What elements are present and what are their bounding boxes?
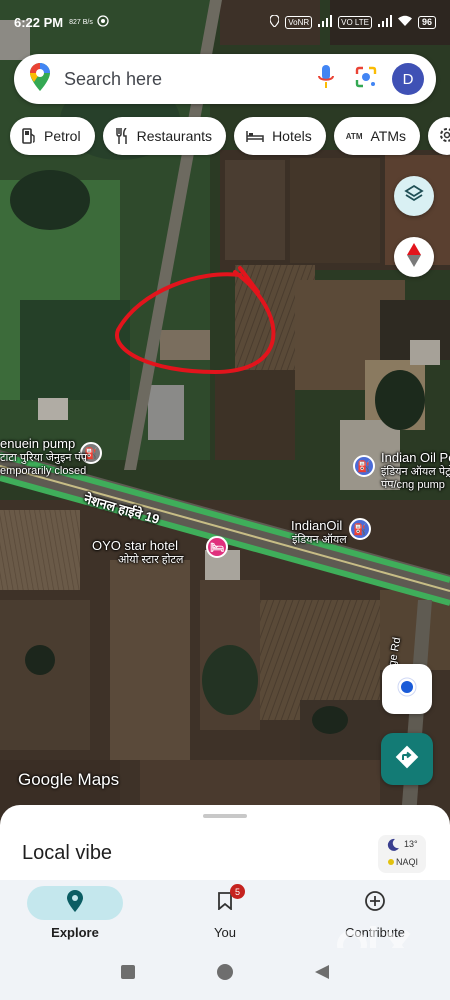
- indian-oil-sub-label: पंप/cng pump: [381, 479, 445, 491]
- indian-oil-hindi-label: इंडियन ऑयल पेट्रोल: [381, 466, 450, 478]
- search-bar[interactable]: Search here D: [14, 54, 436, 104]
- add-circle-icon: [364, 890, 386, 917]
- oyo-hindi-label: ओयो स्टार होटल: [118, 554, 184, 566]
- search-input[interactable]: Search here: [64, 69, 318, 90]
- back-triangle-icon[interactable]: [314, 964, 330, 985]
- aqi-label: NAQI: [388, 857, 418, 867]
- nav-you[interactable]: 5 You: [150, 880, 300, 948]
- wifi-icon: [397, 15, 412, 29]
- indianoil-name-label: IndianOil: [291, 518, 343, 533]
- atm-icon: ATM: [345, 131, 363, 141]
- directions-icon: [394, 744, 420, 775]
- chip-label: Restaurants: [136, 128, 213, 144]
- chip-label: Petrol: [44, 128, 81, 144]
- location-status-icon: [269, 13, 280, 30]
- chip-atms[interactable]: ATM ATMs: [333, 117, 420, 155]
- home-circle-icon[interactable]: [216, 963, 234, 986]
- indian-oil-poi-icon[interactable]: ⛽: [353, 455, 375, 477]
- account-avatar[interactable]: D: [392, 63, 424, 95]
- whatsapp-icon: [97, 14, 109, 30]
- status-time: 6:22 PM: [14, 14, 64, 30]
- google-maps-pin-icon: [30, 62, 50, 96]
- settings-icon: [438, 126, 450, 147]
- system-navigation-bar: [0, 948, 450, 1000]
- compass-icon: [406, 242, 422, 272]
- sheet-drag-handle[interactable]: [203, 814, 247, 818]
- indianoil-hindi-label: इंडियन ऑयल: [292, 534, 347, 546]
- signal-icon: [318, 14, 333, 30]
- weather-temp: 13°: [404, 839, 418, 849]
- layers-button[interactable]: [394, 176, 434, 216]
- battery-indicator: 96: [417, 15, 436, 29]
- oyo-name-label: OYO star hotel: [92, 538, 178, 553]
- oyo-hotel-poi-icon[interactable]: 🛏: [206, 536, 228, 558]
- fuel-pump-icon: [22, 128, 36, 144]
- bed-icon: [246, 130, 264, 143]
- status-bar: 6:22 PM 827 B/s VoNR VO LTE 96: [0, 0, 450, 44]
- moon-icon: [386, 838, 400, 854]
- indianoil-poi-icon[interactable]: ⛽: [349, 518, 371, 540]
- my-location-button[interactable]: [382, 664, 432, 714]
- pump-name-label: enuein pump: [0, 436, 76, 451]
- layers-icon: [404, 184, 424, 209]
- chip-more[interactable]: [428, 117, 450, 155]
- directions-button[interactable]: [381, 733, 433, 785]
- pump-status-label: emporarily closed: [0, 465, 87, 477]
- chip-label: Hotels: [272, 128, 312, 144]
- chip-petrol[interactable]: Petrol: [10, 117, 95, 155]
- chip-label: ATMs: [370, 128, 406, 144]
- bottom-sheet[interactable]: Local vibe 13° NAQI: [0, 805, 450, 885]
- signal-2-icon: [377, 14, 392, 30]
- nav-label: You: [214, 925, 236, 940]
- weather-widget[interactable]: 13° NAQI: [378, 835, 426, 873]
- microphone-icon[interactable]: [318, 64, 334, 94]
- chip-restaurants[interactable]: Restaurants: [102, 117, 227, 155]
- fork-knife-icon: [115, 128, 129, 144]
- indian-oil-name-label: Indian Oil Pe: [381, 450, 450, 465]
- google-lens-icon[interactable]: [354, 65, 378, 94]
- category-chips: Petrol Restaurants Hotels ATM ATMs: [10, 117, 450, 155]
- pump-hindi-label: टाटा पुरिया जेनुइन पंप: [0, 452, 88, 464]
- nav-label: Explore: [51, 925, 99, 940]
- chip-hotels[interactable]: Hotels: [234, 117, 326, 155]
- nav-explore[interactable]: Explore: [0, 880, 150, 948]
- my-location-icon: [396, 676, 418, 703]
- notification-badge: 5: [230, 884, 245, 899]
- google-maps-logo: Google Maps: [18, 770, 120, 789]
- vonr-badge: VoNR: [285, 15, 313, 29]
- sheet-title: Local vibe: [22, 842, 113, 864]
- volte-badge: VO LTE: [338, 15, 372, 29]
- compass-button[interactable]: [394, 237, 434, 277]
- explore-pin-icon: [67, 889, 83, 917]
- network-speed: 827 B/s: [69, 18, 93, 26]
- recents-square-icon[interactable]: [120, 964, 136, 985]
